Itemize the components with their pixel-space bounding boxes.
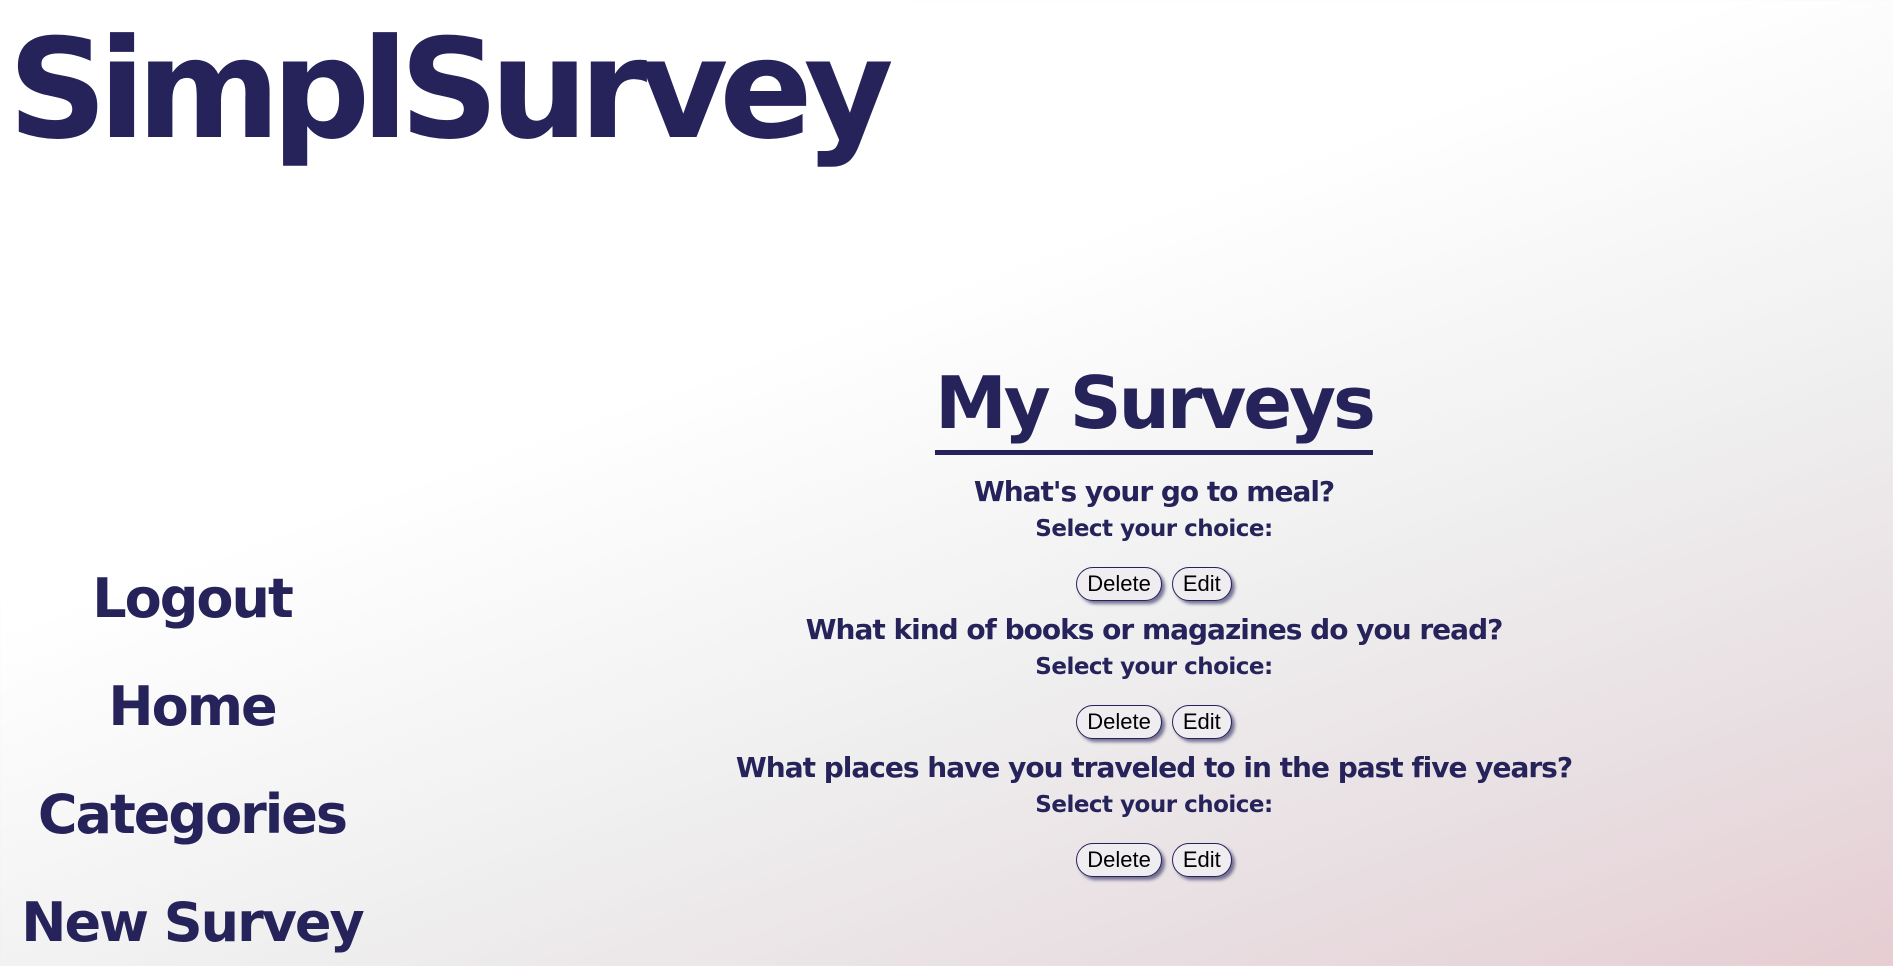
edit-survey-button[interactable]: Edit xyxy=(1171,567,1232,601)
survey-prompt: Select your choice: xyxy=(1035,792,1273,818)
survey-question: What places have you traveled to in the … xyxy=(735,751,1573,784)
nav-link-new-survey[interactable]: New Survey xyxy=(21,884,364,966)
survey-list: What's your go to meal? Select your choi… xyxy=(700,455,1608,879)
nav-link-logout[interactable]: Logout xyxy=(92,560,294,668)
survey-card: What places have you traveled to in the … xyxy=(700,751,1608,879)
edit-survey-button[interactable]: Edit xyxy=(1171,705,1232,739)
survey-card: What kind of books or magazines do you r… xyxy=(700,613,1608,741)
page-title: My Surveys xyxy=(935,356,1376,455)
sidebar-nav: Logout Home Categories New Survey xyxy=(0,560,384,966)
nav-link-categories[interactable]: Categories xyxy=(38,776,348,884)
delete-survey-button[interactable]: Delete xyxy=(1076,567,1162,601)
edit-survey-button[interactable]: Edit xyxy=(1171,843,1232,877)
survey-question: What's your go to meal? xyxy=(973,475,1335,508)
survey-prompt: Select your choice: xyxy=(1035,654,1273,680)
nav-link-home[interactable]: Home xyxy=(108,668,277,776)
site-logo[interactable]: SimplSurvey xyxy=(8,14,894,166)
survey-card: What's your go to meal? Select your choi… xyxy=(700,475,1608,603)
delete-survey-button[interactable]: Delete xyxy=(1076,705,1162,739)
survey-prompt: Select your choice: xyxy=(1035,516,1273,542)
survey-actions: Delete Edit xyxy=(1076,705,1232,741)
survey-actions: Delete Edit xyxy=(1076,567,1232,603)
delete-survey-button[interactable]: Delete xyxy=(1076,843,1162,877)
survey-question: What kind of books or magazines do you r… xyxy=(805,613,1504,646)
survey-actions: Delete Edit xyxy=(1076,843,1232,879)
main-content: My Surveys What's your go to meal? Selec… xyxy=(700,356,1608,879)
